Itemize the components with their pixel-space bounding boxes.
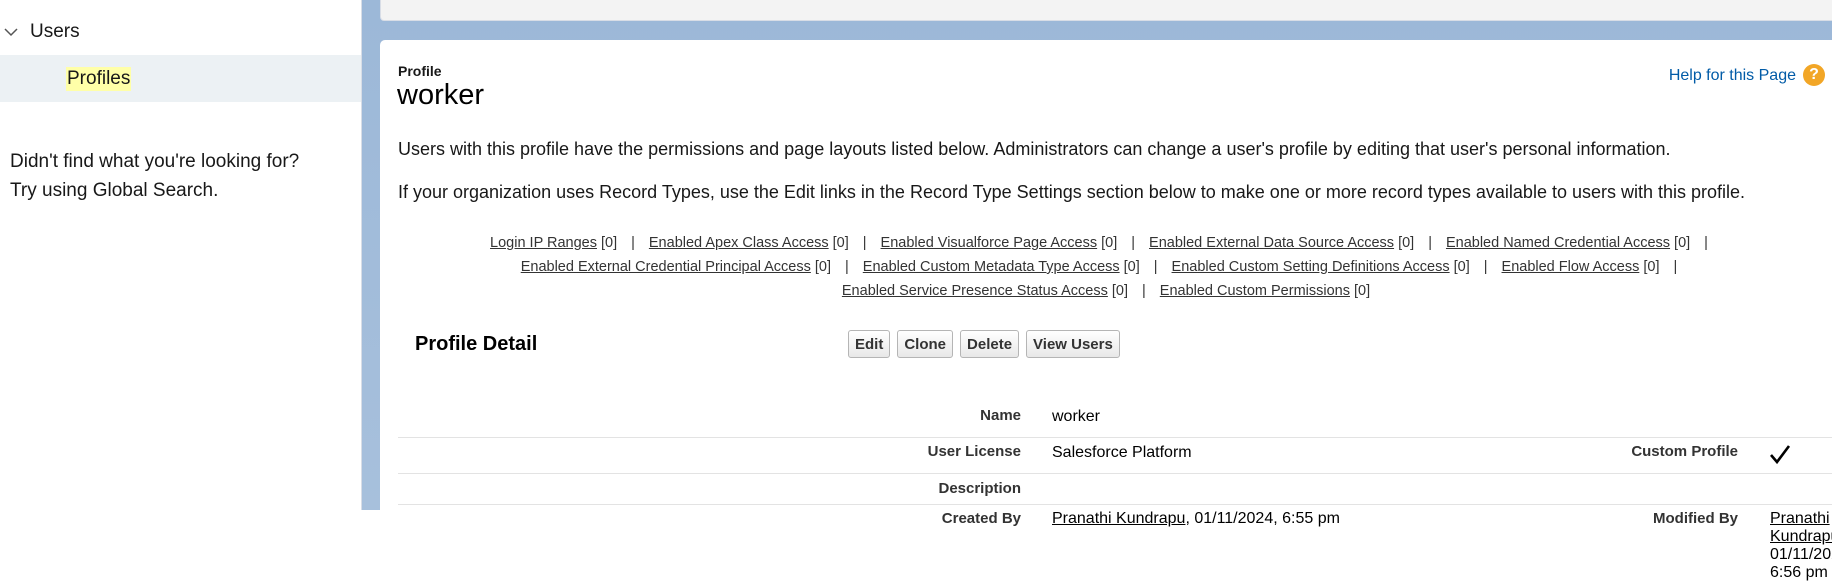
separator: | [1483,259,1488,275]
delete-button[interactable]: Delete [960,330,1020,358]
section-title: Profile Detail [415,333,538,355]
record-types-text: If your organization uses Record Types, … [398,182,1746,202]
related-link-apex-class-access[interactable]: Enabled Apex Class Access [649,231,829,255]
detail-button-bar: Edit Clone Delete View Users [848,330,1120,358]
edit-button[interactable]: Edit [848,330,891,358]
page-title: worker [397,79,485,111]
related-links-row: Login IP Ranges [0] | Enabled Apex Class A… [380,231,1832,255]
related-link-named-credential-access[interactable]: Enabled Named Credential Access [1446,231,1670,255]
related-links-row: Enabled Service Presence Status Access [0… [380,279,1832,303]
field-label-custom-profile: Custom Profile [1631,443,1738,460]
related-link-count: [0] [814,259,831,275]
separator: | [1704,235,1708,251]
related-link-count: [0] [1123,259,1140,275]
tree-item-users[interactable]: Users [0,14,80,50]
separator: | [1673,259,1678,275]
related-link-external-credential-principal-access[interactable]: Enabled External Credential Principal Ac… [521,255,811,279]
tree-item-profiles-label: Profiles [66,66,132,91]
detail-row-name: Name worker [398,403,1832,438]
object-label: Profile [398,63,442,79]
separator: | [1142,283,1146,299]
checkmark-icon [1770,445,1791,465]
field-label-modified-by: Modified By [1653,510,1738,527]
related-link-count: [0] [1674,235,1691,251]
separator: | [1153,259,1158,275]
related-link-custom-metadata-type-access[interactable]: Enabled Custom Metadata Type Access [863,255,1120,279]
not-found-message: Didn't find what you're looking for? Try… [10,147,299,205]
separator: | [631,235,635,251]
not-found-line: Didn't find what you're looking for? [10,151,300,172]
field-value-user-license: Salesforce Platform [1052,444,1192,461]
separator: | [862,235,867,251]
field-label-name: Name [980,407,1021,424]
related-links-row: Enabled External Credential Principal Ac… [380,255,1832,279]
related-link-external-data-source-access[interactable]: Enabled External Data Source Access [1149,231,1394,255]
field-label-created-by: Created By [941,510,1021,527]
setup-tree-panel: Users Profiles Didn't find what you're l… [0,0,362,510]
related-list-links: Login IP Ranges [0] | Enabled Apex Class A… [380,231,1832,303]
related-link-count: [0] [1101,235,1118,251]
related-link-flow-access[interactable]: Enabled Flow Access [1502,255,1640,279]
field-label-description: Description [938,480,1021,497]
created-by-user-link[interactable]: Pranathi Kundrapu [1052,510,1185,527]
intro-text: Users with this profile have the permiss… [398,139,1671,159]
detail-row-description: Description [398,474,1832,505]
top-card [380,0,1832,21]
related-link-count: [0] [1111,283,1128,299]
chevron-down-icon[interactable] [0,25,30,39]
detail-row-created: Created By Pranathi Kundrapu, 01/11/2024… [398,505,1832,581]
field-value-name: worker [1052,408,1101,425]
field-value-created-by: Pranathi Kundrapu, 01/11/2024, 6:55 pm [1052,510,1340,528]
detail-row-license: User License Salesforce Platform Custom … [398,438,1832,474]
view-users-button[interactable]: View Users [1026,330,1120,358]
help-icon[interactable]: ? [1803,64,1825,86]
profile-page: Profile worker Help for this Page ? User… [380,40,1832,581]
help-link[interactable]: Help for this Page [1669,67,1796,85]
related-link-service-presence-status-access[interactable]: Enabled Service Presence Status Access [842,279,1108,303]
field-label-user-license: User License [927,443,1021,460]
separator: | [845,259,849,275]
custom-profile-checkbox [1768,443,1792,470]
tree-item-profiles[interactable]: Profiles [0,55,361,102]
related-link-count: [0] [1453,259,1470,275]
related-link-count: [0] [1398,235,1415,251]
related-link-count: [0] [1643,259,1660,275]
related-link-count: [0] [832,235,849,251]
tree-item-users-label: Users [30,21,80,42]
field-value-modified-by: Pranathi Kundrapu, 01/11/2024, 6:56 pm [1770,510,1832,582]
modified-by-user-link[interactable]: Pranathi Kundrapu [1770,510,1832,545]
related-link-custom-setting-definitions-access[interactable]: Enabled Custom Setting Definitions Acces… [1172,255,1450,279]
separator: | [1131,235,1136,251]
related-link-login-ip-ranges[interactable]: Login IP Ranges [490,231,597,255]
related-link-count: [0] [600,235,618,251]
separator: | [1428,235,1432,251]
clone-button[interactable]: Clone [897,330,954,358]
detail-table: Name worker User License Salesforce Plat… [398,403,1832,581]
related-link-custom-permissions[interactable]: Enabled Custom Permissions [1160,279,1350,303]
related-link-visualforce-page-access[interactable]: Enabled Visualforce Page Access [881,231,1098,255]
global-search-hint: Try using Global Search. [10,180,219,201]
related-link-count: [0] [1353,283,1371,299]
created-by-date: , 01/11/2024, 6:55 pm [1185,510,1340,527]
